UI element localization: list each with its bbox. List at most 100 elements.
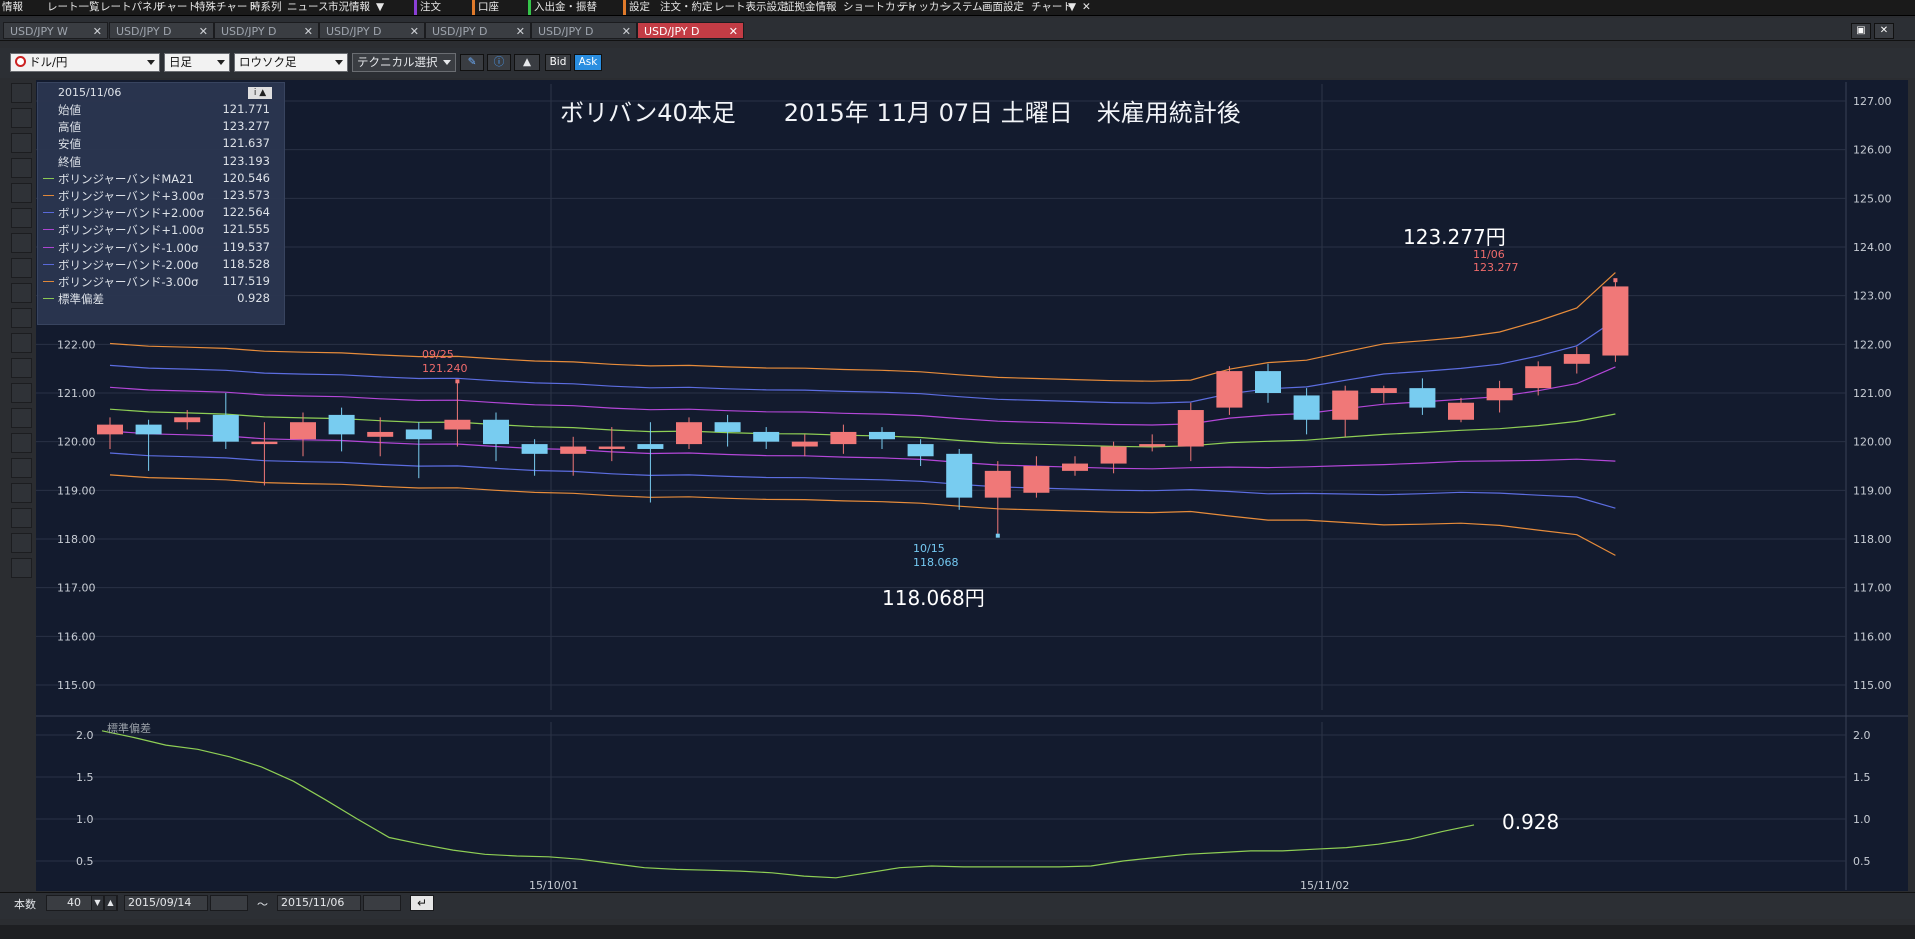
std-tick-label-left: 0.5 [76, 855, 94, 868]
candle-body [1139, 444, 1166, 447]
ohlc-info-panel: 2015/11/06 i ▲ 始値 121.771 高値 123.277 安値 121.6… [37, 82, 285, 325]
candle-body [1255, 371, 1281, 393]
candle-body [483, 419, 509, 445]
info-row: 標準偏差 0.928 [38, 291, 284, 308]
info-label: 始値 [58, 103, 81, 117]
info-value: 123.573 [222, 188, 270, 202]
info-row: ボリンジャーバンド-2.00σ 118.528 [38, 257, 284, 274]
y-tick-label: 122.00 [1853, 338, 1892, 351]
low-date-label: 10/15 [913, 542, 945, 555]
candle-body [907, 444, 934, 457]
candle-body [676, 422, 702, 445]
info-row: 高値 123.277 [38, 119, 284, 136]
candle-body [1409, 388, 1436, 408]
count-label: 本数 [14, 898, 36, 911]
y-tick-label-left: 117.00 [57, 582, 96, 595]
legend-swatch [43, 246, 54, 248]
candle-body [753, 431, 780, 442]
std-value-label: 0.928 [1502, 810, 1559, 834]
info-row: ボリンジャーバンド-3.00σ 117.519 [38, 274, 284, 291]
candle-body [328, 414, 355, 435]
info-row: 安値 121.637 [38, 136, 284, 153]
legend-swatch [43, 229, 54, 231]
x-tick-label: 15/11/02 [1300, 879, 1349, 892]
legend-swatch [43, 212, 54, 214]
bollinger-band-line [109, 474, 1616, 556]
candle-body [1100, 446, 1127, 464]
info-row: ボリンジャーバンドMA21 120.546 [38, 171, 284, 188]
legend-swatch [43, 195, 54, 196]
mark-value-label: 121.240 [422, 362, 468, 375]
info-value: 123.277 [222, 119, 270, 134]
std-dev-line [101, 730, 1475, 879]
info-value: 118.528 [222, 256, 270, 271]
y-tick-label: 115.00 [1853, 679, 1892, 692]
high-marker [455, 379, 460, 384]
info-icon[interactable]: i ▲ [248, 87, 272, 99]
y-tick-label: 119.00 [1853, 484, 1892, 497]
count-down-icon[interactable]: ▼ [91, 895, 104, 911]
info-value: 122.564 [222, 205, 270, 220]
low-marker [995, 533, 1000, 538]
candlesticks [97, 278, 1629, 538]
end-time-input[interactable] [363, 895, 401, 911]
x-tick-label: 15/10/01 [529, 879, 578, 892]
std-tick-label-left: 2.0 [76, 729, 94, 742]
chart-title: ボリバン40本足 2015年 11月 07日 土曜日 米雇用統計後 [560, 99, 1241, 127]
y-tick-label-left: 118.00 [57, 533, 96, 546]
start-time-input[interactable] [210, 895, 248, 911]
high-value-label: 123.277 [1473, 261, 1519, 274]
y-tick-label: 124.00 [1853, 241, 1892, 254]
info-row: ボリンジャーバンド+3.00σ 123.573 [38, 188, 284, 205]
info-value: 0.928 [237, 291, 270, 306]
std-tick-label: 0.5 [1853, 855, 1871, 868]
candle-body [1293, 395, 1320, 420]
count-up-icon[interactable]: ▲ [104, 895, 117, 911]
info-label: 安値 [58, 137, 81, 152]
candle-body [212, 414, 239, 442]
start-date-value: 2015/09/14 [128, 896, 192, 909]
bollinger-band-line [109, 272, 1616, 382]
info-value: 123.193 [222, 153, 270, 168]
info-row: ボリンジャーバンド+1.00σ 121.555 [38, 222, 284, 239]
info-row: ボリンジャーバンド-1.00σ 119.537 [38, 240, 284, 257]
start-date-input[interactable]: 2015/09/14 [124, 895, 208, 911]
y-tick-label-left: 116.00 [57, 630, 96, 643]
candle-body [444, 419, 471, 430]
info-label: ボリンジャーバンド+3.00σ [58, 189, 204, 203]
candle-body [1062, 463, 1088, 471]
info-value: 120.546 [222, 170, 270, 185]
std-tick-label-left: 1.0 [76, 813, 94, 826]
candle-body [791, 441, 818, 447]
y-tick-label-left: 121.00 [57, 387, 96, 400]
info-value: 121.637 [222, 136, 270, 151]
info-label: ボリンジャーバンド+1.00σ [58, 223, 204, 238]
end-date-input[interactable]: 2015/11/06 [277, 895, 361, 911]
legend-swatch [43, 281, 54, 282]
candle-body [405, 429, 432, 440]
y-tick-label: 125.00 [1853, 192, 1892, 205]
high-price-label: 123.277円 [1403, 225, 1506, 249]
info-label: 標準偏差 [58, 292, 104, 307]
info-label: ボリンジャーバンド-1.00σ [58, 240, 199, 255]
info-row: 始値 121.771 [38, 102, 284, 119]
candle-body [984, 470, 1011, 498]
return-icon[interactable]: ↵ [410, 895, 434, 911]
y-tick-label-left: 122.00 [57, 338, 96, 351]
candle-body [290, 422, 316, 440]
y-tick-label-left: 115.00 [57, 679, 96, 692]
candle-body [598, 446, 625, 449]
std-tick-label-left: 1.5 [76, 771, 94, 784]
info-label: ボリンジャーバンド+2.00σ [58, 206, 204, 221]
candle-body [1216, 371, 1243, 408]
mark-date-label: 09/25 [422, 348, 454, 361]
info-row: ボリンジャーバンド+2.00σ 122.564 [38, 205, 284, 222]
std-tick-label: 1.0 [1853, 813, 1871, 826]
candle-body [869, 431, 895, 440]
candle-body [1023, 466, 1050, 493]
candle-body [946, 453, 973, 498]
info-label: ボリンジャーバンド-2.00σ [58, 257, 199, 272]
low-price-label: 118.068円 [882, 586, 985, 610]
candle-body [714, 422, 741, 432]
y-tick-label: 127.00 [1853, 95, 1892, 108]
